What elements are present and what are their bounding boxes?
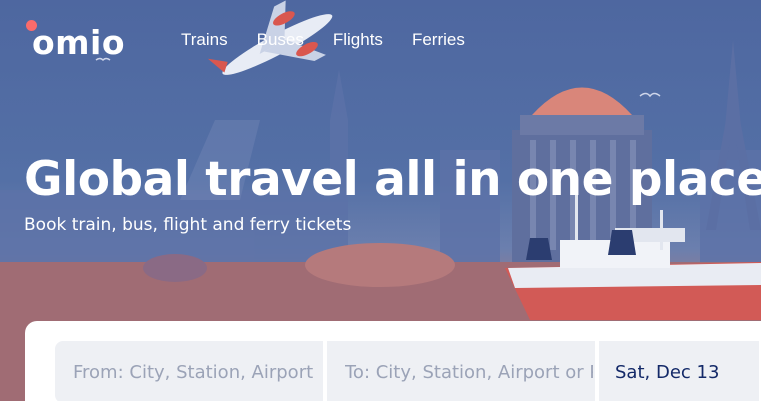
nav-item-trains[interactable]: Trains (181, 30, 228, 50)
hero-subtitle: Book train, bus, flight and ferry ticket… (24, 215, 352, 235)
nav-item-ferries[interactable]: Ferries (412, 30, 465, 50)
main-nav: Trains Buses Flights Ferries (181, 30, 494, 50)
nav-item-flights[interactable]: Flights (333, 30, 383, 50)
nav-item-buses[interactable]: Buses (257, 30, 304, 50)
to-field[interactable] (327, 341, 595, 401)
to-input[interactable] (343, 360, 595, 384)
from-field[interactable] (55, 341, 323, 401)
search-card: Sat, Dec 13 (25, 321, 761, 401)
omio-logo[interactable]: omio (26, 20, 146, 62)
date-field[interactable]: Sat, Dec 13 (599, 341, 759, 401)
hero-section: omio Trains Buses Flights Ferries Global… (0, 0, 761, 401)
logo-wordmark: omio (32, 23, 126, 62)
from-input[interactable] (71, 360, 323, 384)
date-value: Sat, Dec 13 (615, 361, 720, 383)
hero-title: Global travel all in one place (24, 152, 761, 207)
